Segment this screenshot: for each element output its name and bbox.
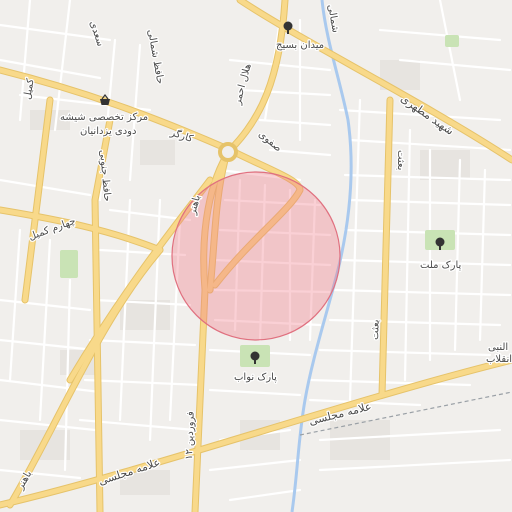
street-label-farvardin: ۱۲ فروردین	[184, 411, 197, 460]
map-canvas[interactable]: سعدی حافظ شمالی حافظ جنوبی کارگر باهنر ص…	[0, 0, 512, 512]
poi-label-park-navab: پارک نواب	[234, 372, 277, 383]
street-label-nabi: النبی	[488, 342, 508, 353]
poi-label-glass-center-1: مرکز تخصصی شیشه	[60, 112, 148, 123]
poi-label-glass-center-2: دودی یزدانیان	[80, 126, 136, 137]
street-label-enghelab: انقلاب	[486, 354, 512, 365]
poi-label-maidan-basij: میدان بسیج	[276, 40, 324, 51]
poi-label-park-mellat: پارک ملت	[420, 260, 461, 271]
street-label-besat: بعثت	[395, 150, 406, 170]
street-label-besat-2: بعثت	[370, 319, 382, 340]
